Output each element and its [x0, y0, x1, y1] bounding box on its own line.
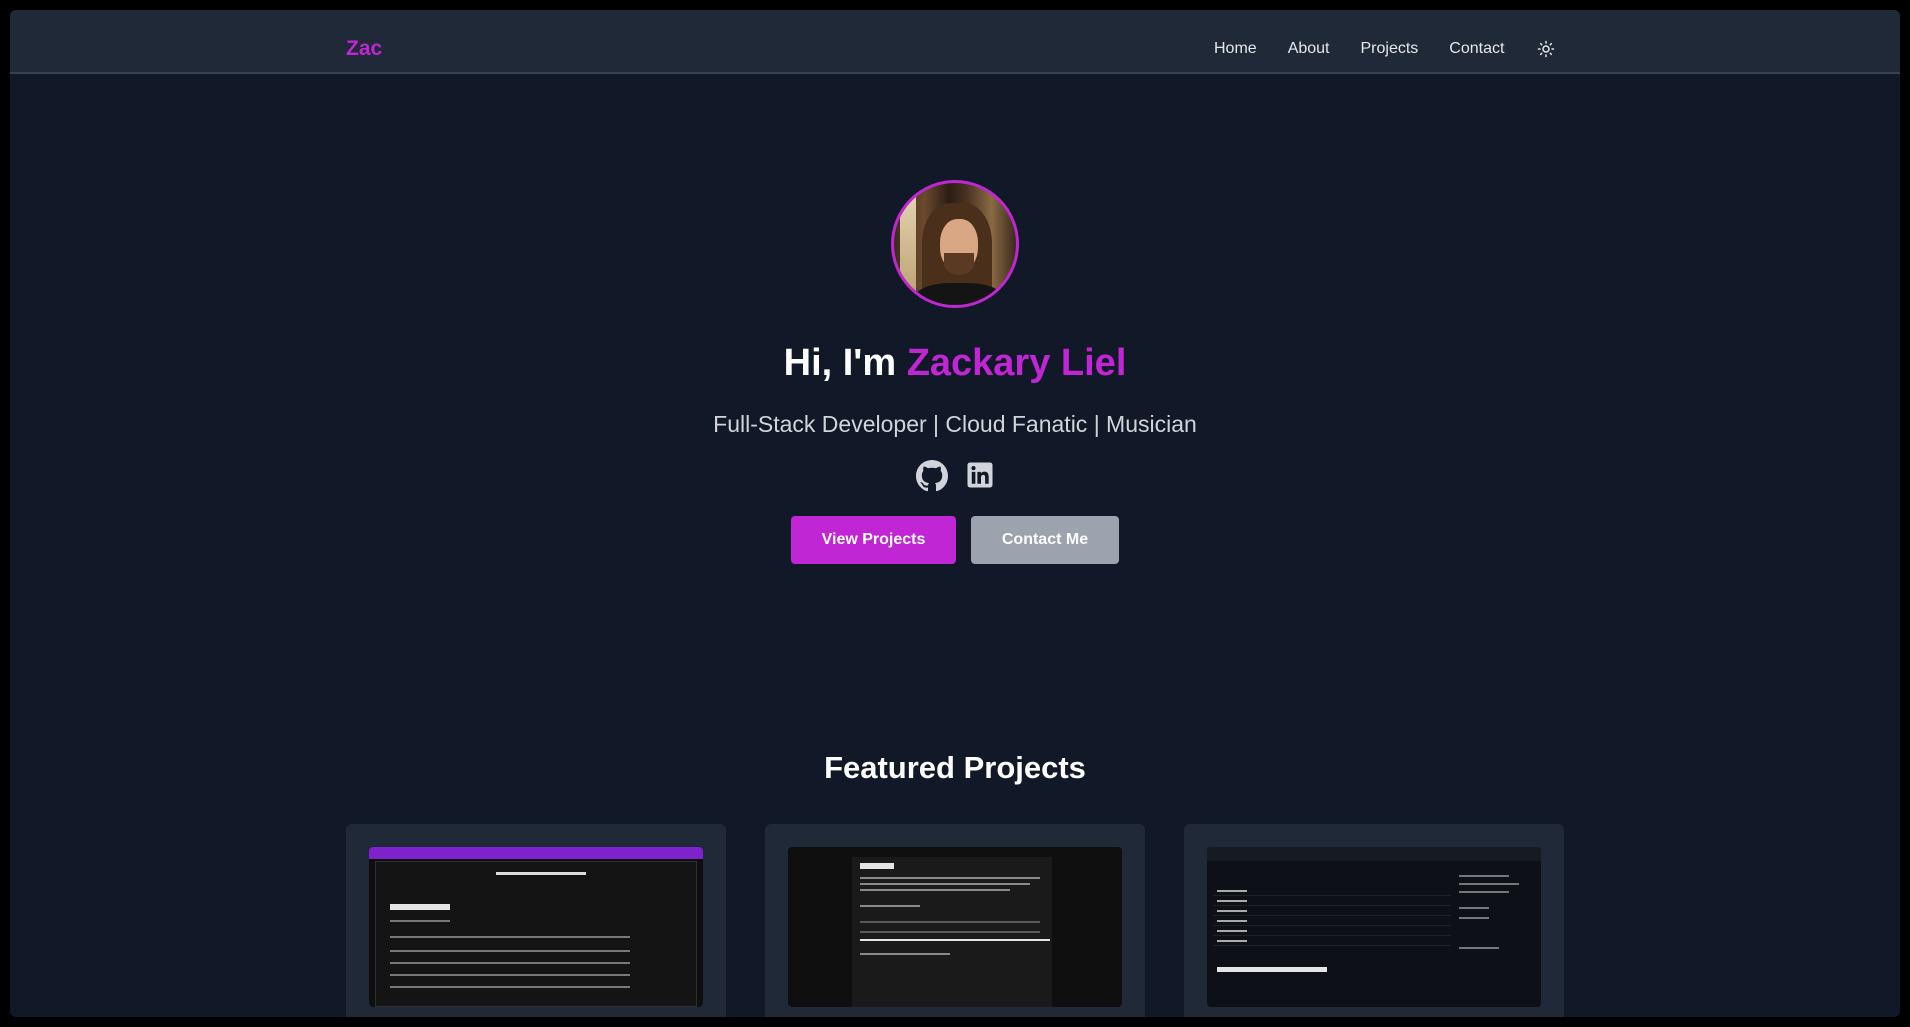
- hero-tagline: Full-Stack Developer | Cloud Fanatic | M…: [713, 411, 1197, 437]
- project-card[interactable]: [346, 824, 726, 1017]
- project-card[interactable]: [1184, 824, 1564, 1017]
- sun-icon[interactable]: [1537, 40, 1555, 58]
- nav-link-about[interactable]: About: [1288, 40, 1330, 58]
- featured-projects-title: Featured Projects: [824, 750, 1086, 785]
- view-projects-button[interactable]: View Projects: [791, 516, 956, 564]
- hero-name: Zackary Liel: [906, 342, 1127, 384]
- nav-link-contact[interactable]: Contact: [1449, 40, 1504, 58]
- hero-headline: Hi, I'm Zackary Liel: [10, 342, 1900, 385]
- project-card[interactable]: [765, 824, 1145, 1017]
- project-screenshot: [1207, 847, 1541, 1007]
- greeting-text: Hi, I'm: [783, 342, 907, 384]
- github-icon[interactable]: [916, 460, 948, 492]
- project-screenshot: [369, 847, 703, 1007]
- linkedin-icon[interactable]: [965, 460, 997, 492]
- nav-link-projects[interactable]: Projects: [1361, 40, 1419, 58]
- nav-links: Home About Projects Contact: [1214, 40, 1535, 58]
- contact-me-button[interactable]: Contact Me: [971, 516, 1119, 564]
- site-logo[interactable]: Zac: [346, 37, 382, 61]
- social-links: [916, 460, 997, 492]
- navbar: Zac Home About Projects Contact: [10, 10, 1900, 74]
- avatar: [891, 180, 1019, 308]
- project-screenshot: [788, 847, 1122, 1007]
- browser-viewport: Zac Home About Projects Contact Hi, I'm …: [10, 10, 1900, 1017]
- nav-link-home[interactable]: Home: [1214, 40, 1257, 58]
